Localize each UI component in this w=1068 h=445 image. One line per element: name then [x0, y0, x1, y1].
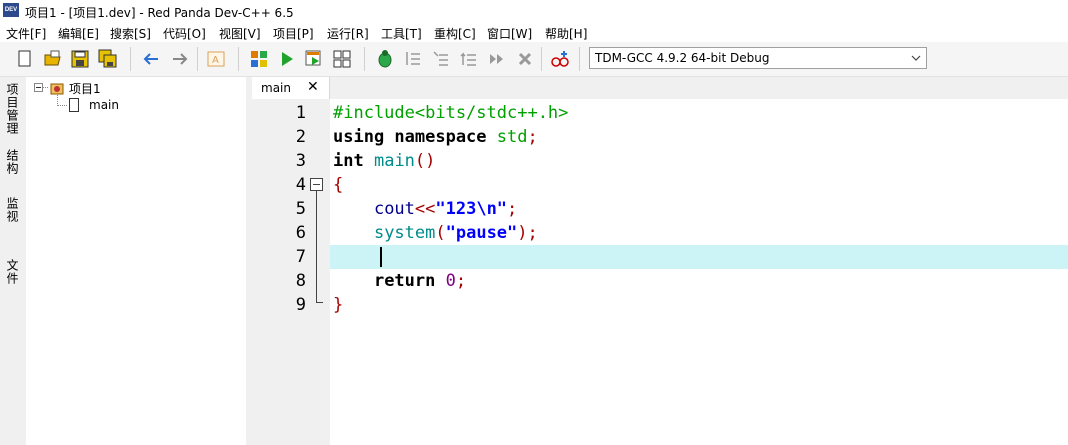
app-icon: DEV [3, 3, 19, 17]
continue-icon[interactable] [487, 49, 507, 69]
tree-file-label[interactable]: main [89, 98, 119, 112]
code-line-8: return 0; [373, 271, 467, 291]
code-line-1: #include<bits/stdc++.h> [333, 103, 569, 123]
tab-main[interactable]: main ✕ [252, 77, 330, 99]
line-number-gutter: 1 2 3 4 5 6 7 8 9 [252, 99, 330, 445]
line-number: 1 [295, 103, 306, 123]
menu-run[interactable]: 运行[R] [327, 25, 369, 42]
toolbar-separator [364, 47, 365, 71]
line-number: 3 [295, 151, 306, 171]
code-line-3: int main() [333, 151, 436, 171]
file-icon [69, 98, 79, 112]
close-icon[interactable]: ✕ [307, 79, 319, 95]
code-editor[interactable]: #include<bits/stdc++.h> using namespace … [330, 99, 1068, 445]
fold-end [316, 302, 323, 303]
compiler-select-value: TDM-GCC 4.9.2 64-bit Debug [595, 51, 770, 65]
forward-arrow-icon[interactable] [170, 49, 190, 69]
menu-search[interactable]: 搜索[S] [110, 25, 151, 42]
run-icon[interactable] [277, 49, 297, 69]
open-folder-icon[interactable] [43, 49, 63, 69]
title-bar: DEV 项目1 - [项目1.dev] - Red Panda Dev-C++ … [0, 0, 1068, 22]
tree-project-label[interactable]: 项目1 [69, 80, 101, 97]
debug-icon[interactable] [375, 49, 395, 69]
line-number: 9 [295, 295, 306, 315]
left-panel-tabs: 项目管理 结构 监视 文件 [0, 77, 26, 445]
menu-refactor[interactable]: 重构[C] [434, 25, 476, 42]
toolbar-separator [197, 47, 198, 71]
menu-edit[interactable]: 编辑[E] [58, 25, 99, 42]
line-number: 8 [295, 271, 306, 291]
stop-icon[interactable] [515, 49, 535, 69]
menu-help[interactable]: 帮助[H] [545, 25, 587, 42]
toolbar-separator [541, 47, 542, 71]
menu-view[interactable]: 视图[V] [219, 25, 261, 42]
compiler-select[interactable]: TDM-GCC 4.9.2 64-bit Debug [589, 47, 927, 69]
tab-structure[interactable]: 结构 [4, 149, 21, 175]
rebuild-icon[interactable] [332, 49, 352, 69]
save-all-icon[interactable] [98, 49, 118, 69]
compile-icon[interactable] [249, 49, 269, 69]
line-number: 6 [295, 223, 306, 243]
menu-code[interactable]: 代码[O] [163, 25, 206, 42]
toolbar-separator [238, 47, 239, 71]
toolbar: A TDM-GCC 4.9.2 64-bit Debug [0, 42, 1068, 77]
format-icon[interactable]: A [206, 49, 226, 69]
code-line-6: system("pause"); [373, 223, 538, 243]
tab-project-manager[interactable]: 项目管理 [4, 83, 21, 135]
menu-project[interactable]: 项目[P] [273, 25, 314, 42]
new-file-icon[interactable] [15, 49, 35, 69]
tab-files[interactable]: 文件 [4, 259, 21, 285]
step-over-icon[interactable] [403, 49, 423, 69]
line-number: 4 [295, 175, 306, 195]
menu-window[interactable]: 窗口[W] [487, 25, 532, 42]
tab-watch[interactable]: 监视 [4, 197, 21, 223]
tree-connector [57, 105, 67, 106]
add-watch-icon[interactable] [550, 49, 570, 69]
svg-text:A: A [212, 55, 219, 66]
fold-line [316, 191, 317, 303]
save-icon[interactable] [70, 49, 90, 69]
fold-toggle-icon[interactable] [310, 178, 323, 191]
current-line-highlight [330, 245, 1068, 269]
compile-run-icon[interactable] [304, 49, 324, 69]
code-line-9: } [333, 295, 344, 315]
tab-main-label: main [261, 81, 291, 95]
line-number: 2 [295, 127, 306, 147]
code-line-2: using namespace std; [333, 127, 538, 147]
step-out-icon[interactable] [459, 49, 479, 69]
tree-connector [43, 87, 48, 88]
window-title: 项目1 - [项目1.dev] - Red Panda Dev-C++ 6.5 [25, 6, 294, 20]
menu-file[interactable]: 文件[F] [6, 25, 46, 42]
code-line-4: { [333, 175, 344, 195]
line-number: 5 [295, 199, 306, 219]
line-number: 7 [295, 247, 306, 267]
toolbar-separator [130, 47, 131, 71]
collapse-icon[interactable] [34, 83, 43, 92]
back-arrow-icon[interactable] [141, 49, 161, 69]
menu-tools[interactable]: 工具[T] [381, 25, 422, 42]
menu-bar: 文件[F] 编辑[E] 搜索[S] 代码[O] 视图[V] 项目[P] 运行[R… [0, 22, 1068, 42]
text-caret [380, 247, 382, 267]
chevron-down-icon [910, 52, 922, 67]
code-line-5: cout<<"123\n"; [373, 199, 518, 219]
project-tree: 项目1 main [26, 77, 246, 445]
step-into-icon[interactable] [431, 49, 451, 69]
toolbar-separator [579, 47, 580, 71]
